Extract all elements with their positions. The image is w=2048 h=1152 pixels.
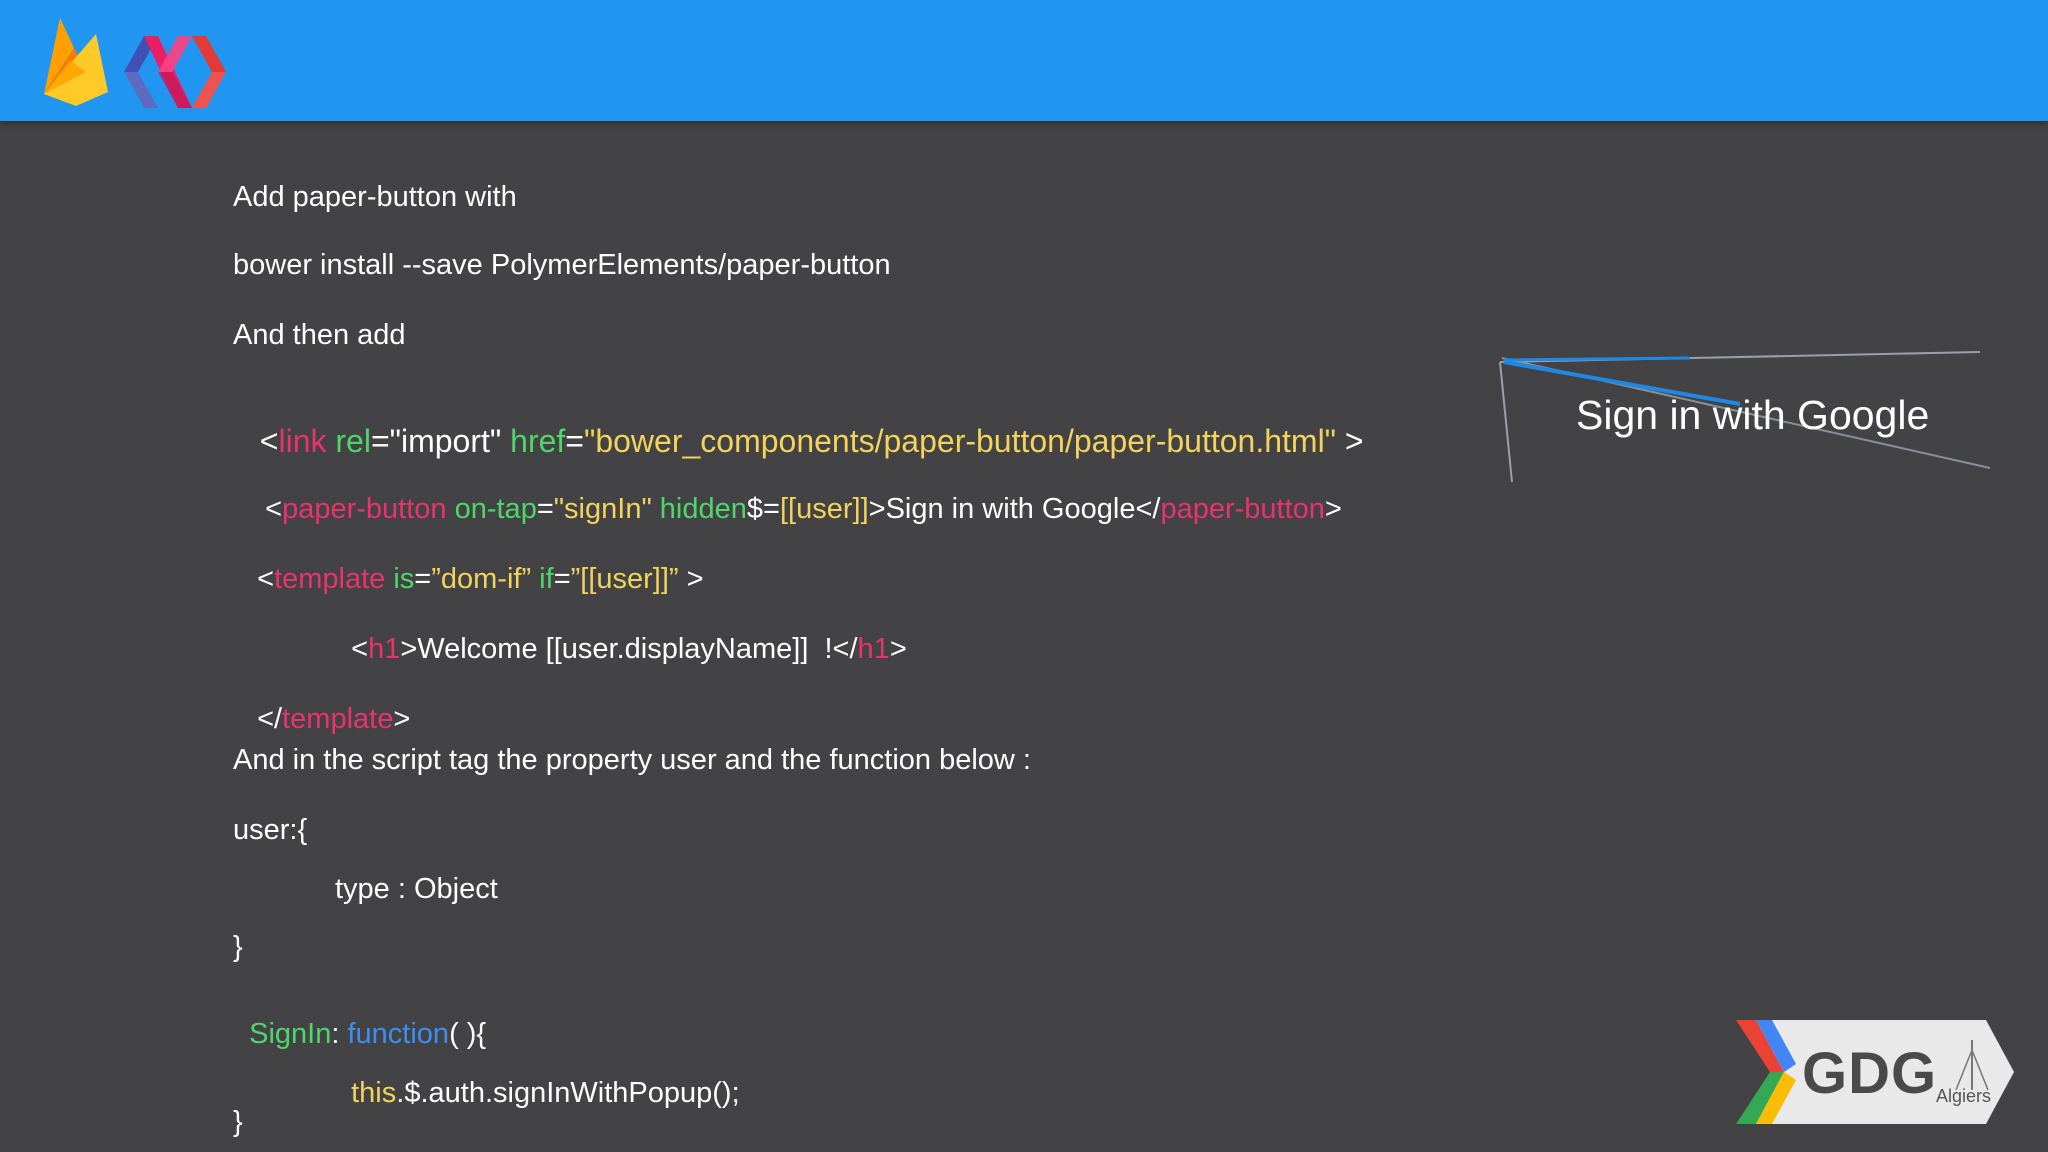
code-attr: on-tap [446, 493, 537, 525]
code-token: > [889, 633, 907, 665]
code-tag: template [274, 563, 386, 595]
code-tag: paper-button [282, 493, 447, 525]
code-token: .$.auth.signInWithPopup(); [396, 1077, 740, 1109]
gdg-chapter-name: Algiers [1936, 1086, 1992, 1106]
code-string: ”[[user]]” [570, 563, 679, 595]
intro-text: Add paper-button with [233, 181, 517, 213]
code-token: = [565, 423, 584, 459]
code-token: < [265, 493, 283, 525]
code-line-link-import: <link rel="import" href="bower_component… [242, 393, 1364, 457]
code-token: > [393, 703, 411, 735]
code-token: = [536, 493, 554, 525]
code-tag: template [282, 703, 394, 735]
code-line-signin: SignIn: function( ){ [233, 991, 486, 1049]
install-command: bower install --save PolymerElements/pap… [233, 249, 891, 281]
code-attr: rel [326, 423, 371, 459]
code-line-popup: this.$.auth.signInWithPopup(); [335, 1050, 740, 1108]
code-string: ”dom-if” [431, 563, 532, 595]
code-line-user-open: user:{ [233, 814, 308, 846]
code-line-template-close: </template> [241, 676, 410, 734]
code-tag: h1 [368, 633, 401, 665]
code-line-template-open: <template is=”dom-if” if=”[[user]]” > [241, 536, 704, 595]
code-keyword: this [351, 1077, 397, 1109]
script-note-text: And in the script tag the property user … [233, 744, 1031, 776]
code-string: [[user]] [779, 493, 869, 525]
code-attr: href [501, 423, 566, 459]
sign-in-with-google-button[interactable]: Sign in with Google [1576, 392, 1929, 439]
code-token: </ [257, 703, 283, 735]
code-line-brace-close: } [233, 931, 243, 963]
code-line-brace-close: } [233, 1106, 243, 1138]
code-function-name: SignIn [249, 1018, 332, 1050]
code-string: "bower_components/paper-button/paper-but… [583, 423, 1337, 459]
code-attr: is [385, 563, 415, 595]
code-line-h1: <h1>Welcome [[user.displayName]] !</h1> [335, 606, 907, 664]
code-token: < [257, 563, 275, 595]
code-string: "signIn" [553, 493, 652, 525]
firebase-logo-icon [44, 18, 108, 106]
code-tag: h1 [857, 633, 890, 665]
header-bar [0, 0, 2048, 121]
code-token: >Sign in with Google</ [868, 493, 1161, 525]
code-line-paper-button: <paper-button on-tap="signIn" hidden$=[[… [249, 466, 1342, 524]
gdg-wordmark: GDG [1802, 1041, 1938, 1106]
code-token: < [259, 423, 279, 459]
code-token: < [351, 633, 369, 665]
code-tag: paper-button [1160, 493, 1325, 525]
code-tag: link [278, 423, 327, 459]
code-attr: hidden [651, 493, 747, 525]
code-token: > [1324, 493, 1342, 525]
code-token: = [414, 563, 432, 595]
code-token: >Welcome [[user.displayName]] !</ [400, 633, 858, 665]
code-attr: if [531, 563, 554, 595]
code-token: > [1336, 423, 1364, 459]
code-string: "import" [389, 423, 502, 459]
code-token: = [553, 563, 571, 595]
code-token: > [678, 563, 704, 595]
polymer-logo-icon [124, 36, 226, 108]
then-add-text: And then add [233, 319, 406, 351]
code-token: $= [746, 493, 780, 525]
code-token: ( ){ [449, 1018, 487, 1050]
code-token: : [331, 1018, 348, 1050]
code-line-type: type : Object [335, 873, 498, 905]
code-token: = [370, 423, 390, 459]
code-keyword: function [347, 1018, 450, 1050]
